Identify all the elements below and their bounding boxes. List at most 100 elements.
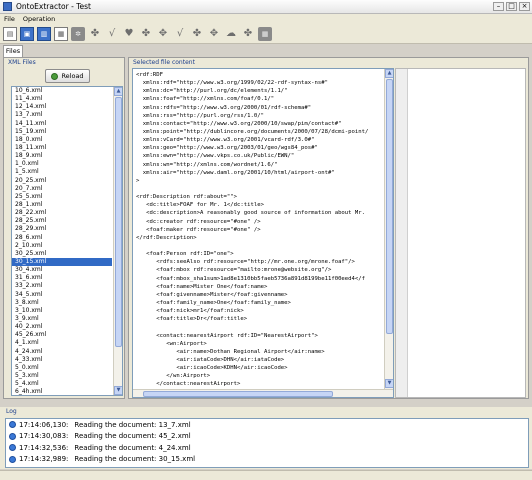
puzzle-icon[interactable]: ✤	[88, 27, 102, 41]
scroll-thumb[interactable]	[143, 391, 333, 397]
cloud-icon[interactable]: ☁	[224, 27, 238, 41]
file-list-item[interactable]: 20_25.xml	[12, 177, 112, 185]
file-list-item[interactable]: 4_1.xml	[12, 339, 112, 347]
file-list-scrollbar[interactable]: ▲ ▼	[113, 87, 122, 395]
scroll-up-icon[interactable]: ▲	[114, 87, 122, 96]
tab-files[interactable]: Files	[3, 45, 23, 57]
code-line: </wn:Airport>	[136, 373, 211, 380]
file-list-item[interactable]: 18_0.xml	[12, 136, 112, 144]
reload-icon	[51, 72, 59, 80]
file-list-item[interactable]: 28_22.xml	[12, 209, 112, 217]
file-list-item[interactable]: 3_10.xml	[12, 307, 112, 315]
table-icon[interactable]: ▦	[258, 26, 272, 41]
sqrt-icon[interactable]: √	[105, 27, 119, 41]
file-list-item[interactable]: 15_19.xml	[12, 128, 112, 136]
file-list-item[interactable]: 12_14.xml	[12, 103, 112, 111]
chart-icon[interactable]: ▦	[54, 26, 68, 41]
puzzle-icon[interactable]: ✥	[156, 27, 170, 41]
file-list-item[interactable]: 33_2.xml	[12, 282, 112, 290]
code-line: xmlns:rdf="http://www.w3.org/1999/02/22-…	[136, 80, 328, 87]
heart-icon[interactable]: ♥	[122, 27, 136, 41]
file-list-item[interactable]: 13_7.xml	[12, 111, 112, 119]
puzzle-icon[interactable]: ✤	[241, 27, 255, 41]
file-list-item[interactable]: 4_24.xml	[12, 348, 112, 356]
file-content-view[interactable]: <rdf:RDF xmlns:rdf="http://www.w3.org/19…	[132, 68, 394, 398]
file-list-item[interactable]: 28_1.xml	[12, 201, 112, 209]
sqrt-icon[interactable]: √	[173, 27, 187, 41]
file-list-item[interactable]: 1_5.xml	[12, 168, 112, 176]
log-timestamp: 17:14:32,536:	[19, 443, 69, 452]
file-list-item[interactable]: 20_7.xml	[12, 185, 112, 193]
code-line: xmlns:vCard="http://www.w3.org/2001/vcar…	[136, 137, 315, 144]
file-list[interactable]: 10_6.xml 11_4.xml 12_14.xml 13_7.xml 14_11.x…	[11, 86, 123, 396]
file-list-item[interactable]: 30_15.xml	[12, 257, 112, 267]
code-line: xmlns:rss="http://purl.org/rss/1.0/"	[136, 112, 264, 119]
file-list-item[interactable]: 30_4.xml	[12, 266, 112, 274]
file-list-item[interactable]: 3_9.xml	[12, 315, 112, 323]
content-label: Selected file content	[133, 59, 195, 66]
content-hscrollbar[interactable]	[133, 389, 393, 397]
file-list-item[interactable]: 40_2.xml	[12, 323, 112, 331]
new-document-icon[interactable]: ▤	[3, 26, 17, 41]
file-list-item[interactable]: 28_6.xml	[12, 234, 112, 242]
puzzle-icon[interactable]: ✤	[190, 27, 204, 41]
file-list-item[interactable]: 28_25.xml	[12, 217, 112, 225]
code-line: xmlns:geo="http://www.w3.org/2003/01/geo…	[136, 145, 318, 152]
log-entry: 17:14:32,536: Reading the document: 4_24.…	[6, 442, 528, 454]
file-list-item[interactable]: 18_9.xml	[12, 152, 112, 160]
log-entry: 17:14:06,130: Reading the document: 13_7.…	[6, 419, 528, 431]
file-list-item[interactable]: 28_29.xml	[12, 225, 112, 233]
scroll-down-icon[interactable]: ▼	[114, 386, 122, 395]
file-list-item[interactable]: 25_5.xml	[12, 193, 112, 201]
file-list-item[interactable]: 3_8.xml	[12, 299, 112, 307]
info-icon	[9, 444, 16, 452]
maximize-icon[interactable]: □	[506, 2, 517, 11]
code-line: <foaf:givenname>Mister</foaf:givenname>	[136, 291, 288, 298]
file-list-item[interactable]: 11_4.xml	[12, 95, 112, 103]
file-list-item[interactable]: 5_0.xml	[12, 364, 112, 372]
code-line: <air:iataCode>DHN</air:iataCode>	[136, 356, 285, 363]
close-icon[interactable]: ×	[519, 2, 530, 11]
scroll-up-icon[interactable]: ▲	[385, 69, 393, 78]
file-list-item[interactable]: 4_33.xml	[12, 356, 112, 364]
content-vscrollbar[interactable]: ▲ ▼	[384, 69, 393, 397]
scroll-thumb[interactable]	[386, 79, 393, 334]
code-line: <dc:title>FOAF for Mr. 1</dc:title>	[136, 202, 264, 209]
code-line: <foaf:family_name>One</foaf:family_name>	[136, 299, 291, 306]
log-list[interactable]: 17:14:06,130: Reading the document: 13_7.…	[5, 418, 529, 468]
reload-button[interactable]: Reload	[45, 69, 90, 83]
file-list-item[interactable]: 5_4.xml	[12, 380, 112, 388]
puzzle-icon[interactable]: ✤	[139, 27, 153, 41]
file-list-item[interactable]: 34_5.xml	[12, 291, 112, 299]
open-folder-icon[interactable]: ▣	[20, 26, 34, 41]
menu-file[interactable]: File	[4, 15, 15, 23]
scroll-down-icon[interactable]: ▼	[385, 379, 393, 388]
menu-operation[interactable]: Operation	[23, 15, 55, 23]
minimize-icon[interactable]: –	[493, 2, 504, 11]
settings-icon[interactable]: ✲	[71, 26, 85, 41]
code-line: <wn:Airport>	[136, 340, 207, 347]
file-list-item[interactable]: 31_6.xml	[12, 274, 112, 282]
file-list-item[interactable]: 5_3.xml	[12, 372, 112, 380]
file-list-item[interactable]: 30_25.xml	[12, 250, 112, 258]
file-list-item[interactable]: 14_11.xml	[12, 120, 112, 128]
file-list-item[interactable]: 10_6.xml	[12, 87, 112, 95]
tab-bar: Files	[0, 45, 532, 57]
file-list-item[interactable]: 1_0.xml	[12, 160, 112, 168]
save-icon[interactable]: ▥	[37, 26, 51, 41]
log-timestamp: 17:14:30,083:	[19, 432, 69, 441]
file-list-item[interactable]: 6_4h.xml	[12, 388, 112, 395]
puzzle-icon[interactable]: ✥	[207, 27, 221, 41]
log-entry: 17:14:32,989: Reading the document: 30_15…	[6, 454, 528, 466]
code-line: <foaf:nick>mr1</foaf:nick>	[136, 308, 244, 315]
file-list-item[interactable]: 18_11.xml	[12, 144, 112, 152]
scroll-thumb[interactable]	[115, 97, 122, 347]
code-line: xmlns:dc="http://purl.org/dc/elements/1.…	[136, 88, 288, 95]
log-message: Reading the document: 4_24.xml	[74, 443, 191, 452]
code-line: <rdfs:seeAlso rdf:resource="http://mr.on…	[136, 259, 355, 266]
file-list-item[interactable]: 2_10.xml	[12, 242, 112, 250]
file-list-item[interactable]: 45_26.xml	[12, 331, 112, 339]
secondary-view	[395, 68, 526, 398]
